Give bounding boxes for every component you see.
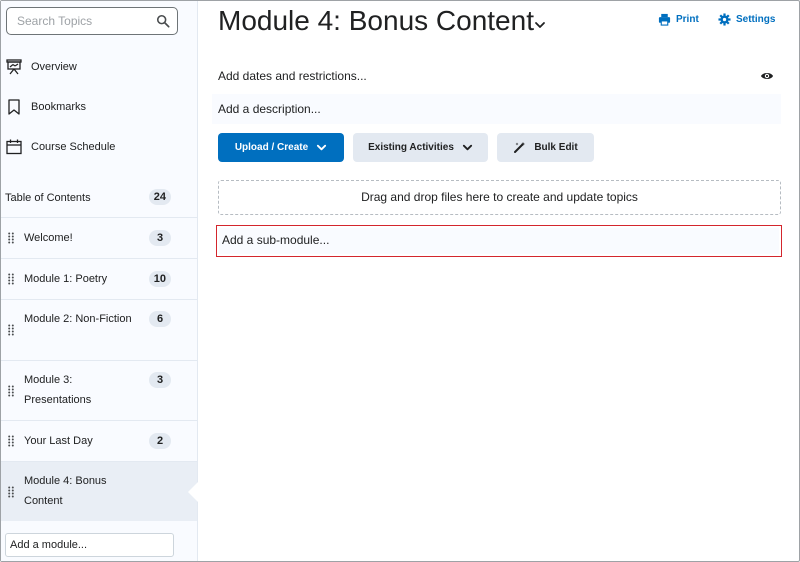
- toc-module-your-last-day[interactable]: Your Last Day 2: [1, 420, 197, 460]
- toc-module-poetry[interactable]: Module 1: Poetry 10: [1, 258, 197, 298]
- toc-module-count-badge: 10: [148, 271, 171, 287]
- toc-module-presentations[interactable]: Module 3: Presentations 3: [1, 360, 197, 420]
- chevron-down-icon: [317, 144, 327, 151]
- nav-bookmarks[interactable]: Bookmarks: [1, 89, 197, 125]
- nav-overview[interactable]: Overview: [1, 49, 197, 85]
- toc-count-badge: 24: [148, 189, 171, 205]
- selected-indicator: [188, 482, 198, 502]
- printer-icon: [658, 13, 671, 26]
- settings-link[interactable]: Settings: [718, 13, 775, 26]
- bookmark-icon: [8, 99, 20, 115]
- toc-module-bonus-content[interactable]: Module 4: Bonus Content: [1, 461, 198, 521]
- toc-label: Table of Contents: [5, 192, 91, 204]
- page-title: Module 4: Bonus Content: [218, 5, 534, 36]
- chevron-down-icon: [462, 144, 472, 151]
- table-of-contents-header[interactable]: Table of Contents 24: [1, 185, 197, 215]
- search-icon[interactable]: [156, 14, 170, 28]
- toc-module-count-badge: 2: [149, 433, 171, 449]
- presentation-icon: [6, 59, 22, 75]
- sidebar: Overview Bookmarks Course Schedule Table…: [1, 1, 198, 561]
- toc-module-welcome[interactable]: Welcome! 3: [1, 217, 197, 257]
- drag-handle-icon[interactable]: [8, 232, 14, 244]
- add-submodule-input[interactable]: Add a sub-module...: [219, 228, 779, 254]
- print-link[interactable]: Print: [658, 13, 699, 26]
- nav-course-schedule-label: Course Schedule: [31, 141, 116, 153]
- drag-handle-icon[interactable]: [8, 273, 14, 285]
- upload-create-label: Upload / Create: [234, 142, 309, 153]
- upload-create-button[interactable]: Upload / Create: [218, 133, 344, 162]
- toc-module-count-badge: 3: [149, 372, 171, 388]
- magic-wand-icon: [514, 142, 526, 153]
- toc-module-label: Module 3: Presentations: [24, 374, 92, 406]
- nav-overview-label: Overview: [31, 61, 77, 73]
- existing-activities-label: Existing Activities: [368, 142, 454, 153]
- toc-module-count-badge: 6: [149, 311, 171, 327]
- toc-module-non-fiction[interactable]: Module 2: Non-Fiction 6: [1, 299, 197, 359]
- toc-module-label: Your Last Day: [24, 435, 93, 447]
- eye-icon[interactable]: [760, 70, 774, 82]
- toc-module-label: Welcome!: [24, 232, 73, 244]
- add-submodule-highlight: Add a sub-module...: [216, 225, 782, 257]
- print-label: Print: [676, 14, 699, 25]
- toc-module-label: Module 2: Non-Fiction: [24, 313, 132, 325]
- toc-module-label: Module 4: Bonus Content: [24, 475, 107, 507]
- drag-handle-icon[interactable]: [8, 486, 14, 498]
- search-topics-box: [6, 7, 178, 35]
- toc-module-label: Module 1: Poetry: [24, 273, 108, 285]
- calendar-icon: [6, 139, 22, 155]
- chevron-down-icon[interactable]: [533, 18, 547, 32]
- drag-handle-icon[interactable]: [8, 435, 14, 447]
- drag-handle-icon[interactable]: [8, 324, 14, 336]
- bulk-edit-button[interactable]: Bulk Edit: [497, 133, 594, 162]
- settings-label: Settings: [736, 14, 776, 25]
- bulk-edit-label: Bulk Edit: [534, 142, 578, 153]
- add-module-input[interactable]: Add a module...: [5, 533, 174, 557]
- existing-activities-button[interactable]: Existing Activities: [353, 133, 488, 162]
- nav-bookmarks-label: Bookmarks: [31, 101, 87, 113]
- toc-module-count-badge: 3: [149, 230, 171, 246]
- add-description-field[interactable]: Add a description...: [212, 94, 781, 124]
- gear-icon: [718, 13, 731, 26]
- add-dates-restrictions-link[interactable]: Add dates and restrictions...: [218, 69, 367, 83]
- file-dropzone[interactable]: Drag and drop files here to create and u…: [218, 180, 781, 215]
- search-input[interactable]: [7, 8, 147, 34]
- drag-handle-icon[interactable]: [8, 385, 14, 397]
- nav-course-schedule[interactable]: Course Schedule: [1, 129, 197, 165]
